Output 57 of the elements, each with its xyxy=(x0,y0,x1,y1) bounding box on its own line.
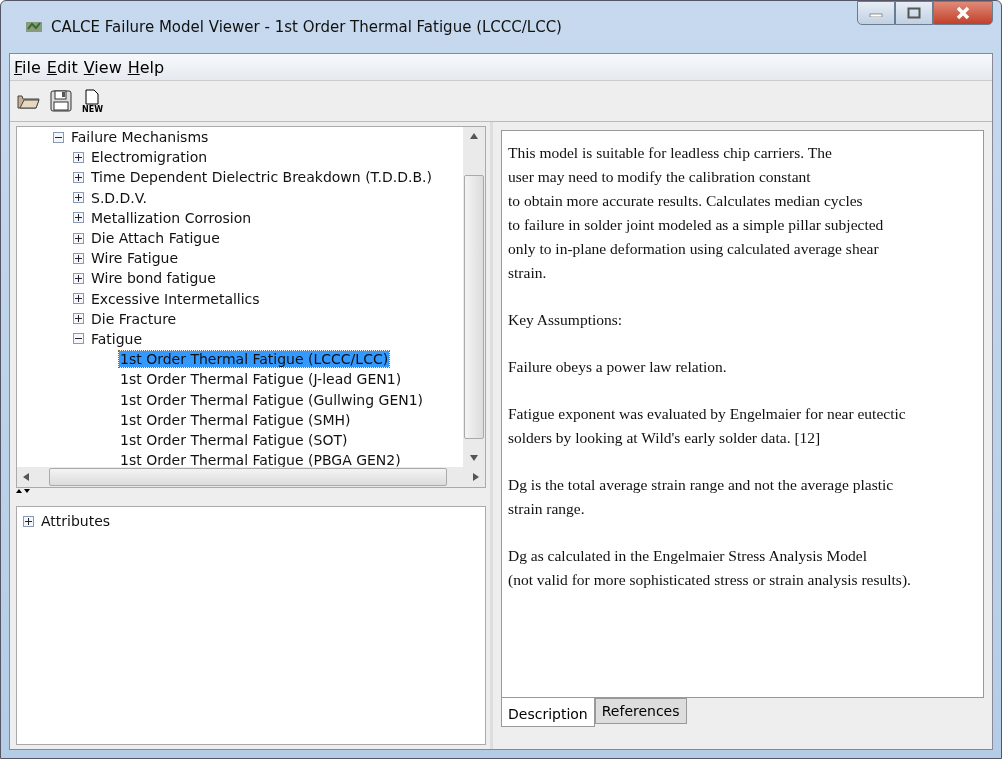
description-paragraph: Dg as calculated in the Engelmaier Stress Analysis Model (not valid for more sophisticated stress or strain analysis results). xyxy=(508,546,912,590)
tree-item[interactable]: Die Fracture xyxy=(90,310,178,327)
menu-item[interactable]: View xyxy=(83,57,122,77)
collapse-icon[interactable] xyxy=(73,333,84,345)
tree-item[interactable]: Excessive Intermetallics xyxy=(90,290,261,307)
minimize-button[interactable] xyxy=(857,1,895,25)
expand-icon[interactable] xyxy=(73,171,84,183)
app-icon xyxy=(25,20,43,34)
scroll-up-icon[interactable] xyxy=(470,133,478,139)
tree-item[interactable]: Die Attach Fatigue xyxy=(90,230,221,247)
scroll-right-icon[interactable] xyxy=(473,473,479,481)
tree-item[interactable]: Metallization Corrosion xyxy=(90,209,253,226)
window-title: CALCE Failure Model Viewer - 1st Order Thermal Fatigue (LCCC/LCC) xyxy=(51,18,562,36)
tree-item[interactable]: S.D.D.V. xyxy=(90,189,149,206)
description-paragraph: This model is suitable for leadless chip carriers. The user may need to modify the calibration constant to obtain more accurate results. Calculates median cycles to failure in solder joint modeled as a simple pillar subjected only to in-plane deformation using calculated average shear strain. xyxy=(508,143,885,283)
tree-item[interactable]: Electromigration xyxy=(90,149,209,166)
expand-icon[interactable] xyxy=(73,192,84,204)
expand-icon[interactable] xyxy=(73,232,84,244)
expand-icon[interactable] xyxy=(73,313,84,325)
horizontal-scrollbar[interactable] xyxy=(17,467,485,487)
tab[interactable]: Description xyxy=(501,698,595,727)
expand-icon[interactable] xyxy=(73,272,84,284)
tree-item[interactable]: Fatigue xyxy=(90,330,144,347)
menu-item[interactable]: Edit xyxy=(46,57,78,77)
tree-item[interactable]: Attributes xyxy=(40,513,112,530)
tree-item[interactable]: Failure Mechanisms xyxy=(70,129,210,146)
tree-item[interactable]: 1st Order Thermal Fatigue (SOT) xyxy=(119,431,349,448)
description-paragraph: Key Assumptions: xyxy=(508,310,624,330)
description-paragraph: Failure obeys a power law relation. xyxy=(508,357,728,377)
tree-item[interactable]: Time Dependent Dielectric Breakdown (T.D.D.B.) xyxy=(90,169,433,186)
expand-icon[interactable] xyxy=(73,151,84,163)
tree-item[interactable]: 1st Order Thermal Fatigue (PBGA GEN2) xyxy=(119,452,402,467)
collapse-icon[interactable] xyxy=(53,131,64,143)
maximize-icon xyxy=(907,7,921,19)
tree-item[interactable]: Wire Fatigue xyxy=(90,250,180,267)
close-button[interactable] xyxy=(933,1,993,25)
scroll-down-icon[interactable] xyxy=(470,455,478,461)
expand-icon[interactable] xyxy=(23,515,34,527)
tree-item[interactable]: 1st Order Thermal Fatigue (Gullwing GEN1) xyxy=(119,391,425,408)
splitter-arrows-icon[interactable] xyxy=(16,488,30,494)
maximize-button[interactable] xyxy=(895,1,933,25)
close-icon xyxy=(955,6,971,20)
menu-item[interactable]: Help xyxy=(127,57,165,77)
tree-item[interactable]: 1st Order Thermal Fatigue (LCCC/LCC) xyxy=(119,351,390,368)
expand-icon[interactable] xyxy=(73,293,84,305)
scroll-left-icon[interactable] xyxy=(23,473,29,481)
vertical-scrollbar[interactable] xyxy=(463,127,485,467)
tab[interactable]: References xyxy=(594,698,687,724)
tree-item[interactable]: 1st Order Thermal Fatigue (J-lead GEN1) xyxy=(119,371,403,388)
tree-item[interactable]: Wire bond fatigue xyxy=(90,270,217,287)
menu-item[interactable]: File xyxy=(14,57,41,77)
tree-item[interactable]: 1st Order Thermal Fatigue (SMH) xyxy=(119,411,352,428)
expand-icon[interactable] xyxy=(73,252,84,264)
new-document-button[interactable]: NEW xyxy=(82,88,103,114)
description-paragraph: Dg is the total average strain range and not the average plastic strain range. xyxy=(508,475,895,519)
expand-icon[interactable] xyxy=(73,212,84,224)
description-paragraph: Fatigue exponent was evaluated by Engelmaier for near eutectic solders by looking at Wild's early solder data. [12] xyxy=(508,404,907,448)
